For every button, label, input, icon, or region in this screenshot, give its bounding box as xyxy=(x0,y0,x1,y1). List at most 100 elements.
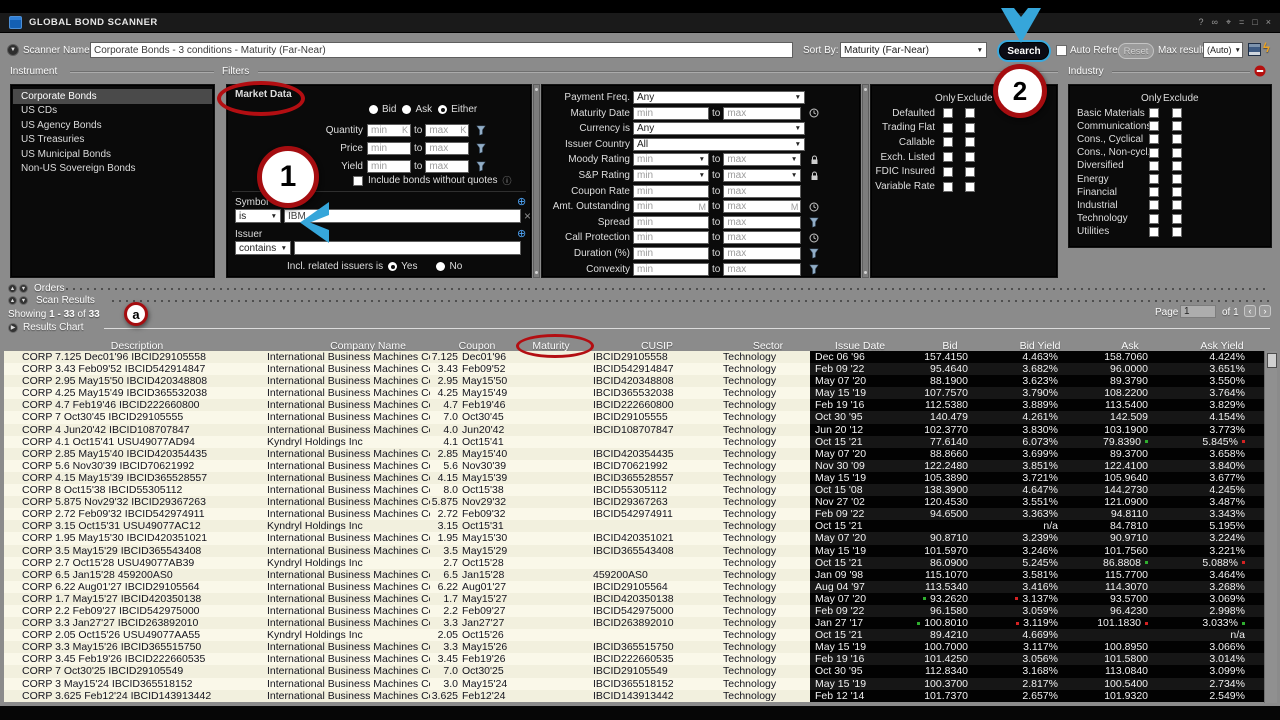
auto-refresh-checkbox[interactable] xyxy=(1056,45,1067,56)
exclude-checkbox[interactable] xyxy=(965,123,975,133)
min-input[interactable] xyxy=(633,247,709,260)
lightning-icon[interactable]: ϟ xyxy=(1263,40,1270,55)
radio-ask[interactable] xyxy=(402,105,411,114)
table-row[interactable]: CORP 2.05 Oct15'26 USU49077AA55Kyndryl H… xyxy=(4,629,1264,641)
save-icon[interactable] xyxy=(1248,43,1261,56)
criteria-min-max-select[interactable]: max▼ xyxy=(723,169,801,182)
table-row[interactable]: CORP 3 May15'24 IBCID365518152Internatio… xyxy=(4,678,1264,690)
exclude-checkbox[interactable] xyxy=(1172,134,1182,144)
exclude-checkbox[interactable] xyxy=(965,137,975,147)
max-input[interactable] xyxy=(723,263,801,276)
exclude-checkbox[interactable] xyxy=(1172,187,1182,197)
exclude-checkbox[interactable] xyxy=(1172,161,1182,171)
exclude-checkbox[interactable] xyxy=(965,152,975,162)
table-row[interactable]: CORP 2.7 Oct15'28 USU49077AB39Kyndryl Ho… xyxy=(4,557,1264,569)
page-input[interactable]: 1 xyxy=(1180,305,1216,318)
criteria-min-max-select[interactable]: min▼ xyxy=(633,153,709,166)
radio-either[interactable] xyxy=(438,105,447,114)
table-row[interactable]: CORP 8 Oct15'38 IBCID55305112Internation… xyxy=(4,484,1264,496)
sidebar-item-instrument[interactable]: Corporate Bonds xyxy=(13,89,212,104)
splitter-handle[interactable] xyxy=(862,84,869,278)
max-input[interactable] xyxy=(723,185,801,198)
max-input[interactable] xyxy=(425,142,469,155)
only-checkbox[interactable] xyxy=(1149,134,1159,144)
only-checkbox[interactable] xyxy=(1149,214,1159,224)
prev-page-button[interactable]: ‹ xyxy=(1244,305,1256,317)
related-issuers-option[interactable]: Yes xyxy=(388,261,417,272)
funnel-icon[interactable] xyxy=(475,125,487,136)
pin-icon[interactable]: ⌖ xyxy=(1226,18,1231,27)
splitter-handle[interactable] xyxy=(533,84,540,278)
exclude-checkbox[interactable] xyxy=(1172,227,1182,237)
max-input[interactable] xyxy=(723,231,801,244)
table-row[interactable]: CORP 2.85 May15'40 IBCID420354435Interna… xyxy=(4,448,1264,460)
scrollbar-thumb[interactable] xyxy=(1267,353,1277,368)
collapse-industry-icon[interactable] xyxy=(1254,65,1266,77)
table-row[interactable]: CORP 7.125 Dec01'96 IBCID29105558Interna… xyxy=(4,351,1264,363)
scanner-collapse-button[interactable]: ▼ xyxy=(7,44,19,56)
sidebar-item-instrument[interactable]: US Treasuries xyxy=(11,133,214,148)
only-checkbox[interactable] xyxy=(943,167,953,177)
exclude-checkbox[interactable] xyxy=(965,182,975,192)
criteria-select[interactable]: Any▼ xyxy=(633,91,805,104)
only-checkbox[interactable] xyxy=(1149,148,1159,158)
min-input[interactable] xyxy=(367,160,411,173)
only-checkbox[interactable] xyxy=(1149,187,1159,197)
sort-by-select[interactable]: Maturity (Far-Near) ▼ xyxy=(840,42,987,58)
only-checkbox[interactable] xyxy=(1149,200,1159,210)
min-input[interactable] xyxy=(633,216,709,229)
clear-symbol-icon[interactable]: × xyxy=(524,211,531,221)
exclude-checkbox[interactable] xyxy=(1172,108,1182,118)
only-checkbox[interactable] xyxy=(1149,121,1159,131)
exclude-checkbox[interactable] xyxy=(1172,174,1182,184)
funnel-icon[interactable] xyxy=(808,217,820,228)
radio-no[interactable] xyxy=(436,262,445,271)
issuer-input[interactable] xyxy=(294,241,521,255)
lock-icon[interactable] xyxy=(808,155,820,165)
radio-bid[interactable] xyxy=(369,105,378,114)
expand-orders-icon[interactable]: ▲ xyxy=(8,284,17,293)
add-symbol-filter-icon[interactable]: ⊕ xyxy=(517,197,526,207)
funnel-icon[interactable] xyxy=(475,143,487,154)
max-input[interactable] xyxy=(425,160,469,173)
exclude-checkbox[interactable] xyxy=(1172,121,1182,131)
expand-results-chart-icon[interactable]: ▶ xyxy=(8,323,18,333)
min-input[interactable] xyxy=(367,142,411,155)
help-icon[interactable]: ? xyxy=(1199,18,1204,27)
only-checkbox[interactable] xyxy=(1149,227,1159,237)
table-row[interactable]: CORP 7 Oct30'45 IBCID29105555Internation… xyxy=(4,411,1264,423)
min-input[interactable] xyxy=(633,263,709,276)
next-page-button[interactable]: › xyxy=(1259,305,1271,317)
clock-icon[interactable] xyxy=(808,233,820,243)
issuer-operator-select[interactable]: contains ▼ xyxy=(235,241,291,255)
table-row[interactable]: CORP 5.875 Nov29'32 IBCID29367263Interna… xyxy=(4,496,1264,508)
table-row[interactable]: CORP 6.22 Aug01'27 IBCID29105564Internat… xyxy=(4,581,1264,593)
exclude-checkbox[interactable] xyxy=(965,108,975,118)
sidebar-item-instrument[interactable]: US Agency Bonds xyxy=(11,118,214,133)
max-results-select[interactable]: (Auto) ▼ xyxy=(1203,42,1243,58)
funnel-icon[interactable] xyxy=(808,248,820,259)
only-checkbox[interactable] xyxy=(943,137,953,147)
quote-side-option[interactable]: Either xyxy=(438,104,477,115)
only-checkbox[interactable] xyxy=(943,123,953,133)
quote-side-option[interactable]: Bid xyxy=(369,104,396,115)
table-row[interactable]: CORP 6.5 Jan15'28 459200AS0International… xyxy=(4,569,1264,581)
table-row[interactable]: CORP 4.15 May15'39 IBCID365528557Interna… xyxy=(4,472,1264,484)
criteria-select[interactable]: All▼ xyxy=(633,138,805,151)
table-row[interactable]: CORP 4.25 May15'49 IBCID365532038Interna… xyxy=(4,387,1264,399)
lock-icon[interactable] xyxy=(808,171,820,181)
only-checkbox[interactable] xyxy=(1149,108,1159,118)
only-checkbox[interactable] xyxy=(1149,174,1159,184)
table-row[interactable]: CORP 5.6 Nov30'39 IBCID70621992Internati… xyxy=(4,460,1264,472)
table-row[interactable]: CORP 4 Jun20'42 IBCID108707847Internatio… xyxy=(4,424,1264,436)
min-input[interactable] xyxy=(633,107,709,120)
include-without-quotes-checkbox[interactable] xyxy=(353,176,363,186)
table-row[interactable]: CORP 4.7 Feb19'46 IBCID222660800Internat… xyxy=(4,399,1264,411)
criteria-select[interactable]: Any▼ xyxy=(633,122,805,135)
table-row[interactable]: CORP 4.1 Oct15'41 USU49077AD94Kyndryl Ho… xyxy=(4,436,1264,448)
link-icon[interactable]: ∞ xyxy=(1212,18,1218,27)
min-input[interactable] xyxy=(633,231,709,244)
restore-icon[interactable]: □ xyxy=(1252,18,1257,27)
related-issuers-option[interactable]: No xyxy=(436,261,462,272)
table-row[interactable]: CORP 1.7 May15'27 IBCID420350138Internat… xyxy=(4,593,1264,605)
